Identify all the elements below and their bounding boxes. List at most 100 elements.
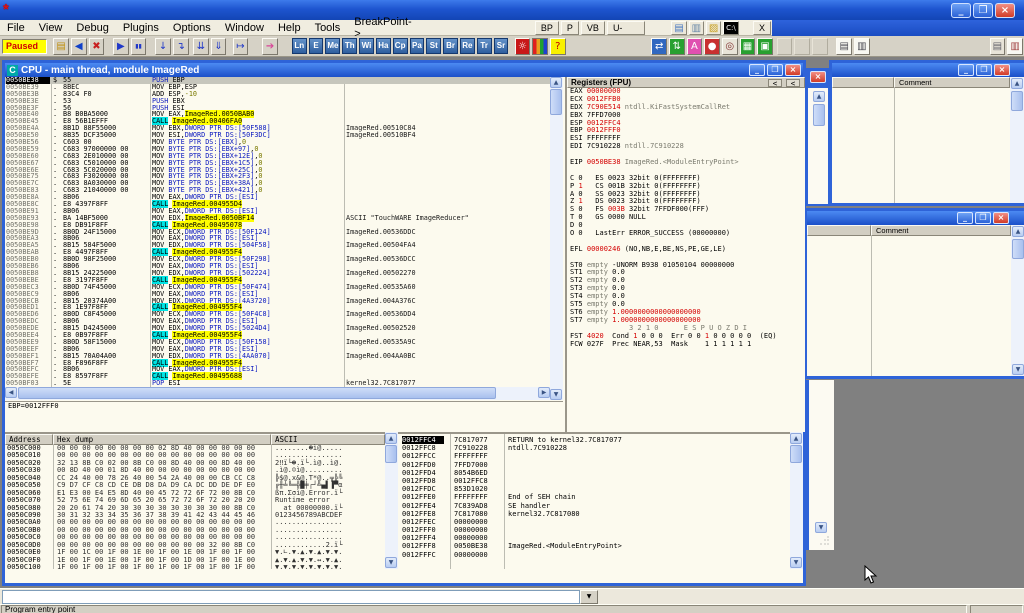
scroll-up-icon[interactable]: ▲ bbox=[813, 91, 825, 102]
minimize-button[interactable]: _ bbox=[958, 64, 974, 76]
disasm-row[interactable]: 0050BE38$55PUSH EBP bbox=[5, 77, 550, 84]
report-page-icon[interactable]: ▤ bbox=[990, 38, 1006, 55]
menu-item-window[interactable]: Window bbox=[218, 21, 271, 35]
pause-icon[interactable]: ▮▮ bbox=[131, 38, 147, 55]
help-icon[interactable]: ? bbox=[550, 38, 566, 55]
restore-button[interactable]: ❐ bbox=[973, 3, 993, 18]
restore-button[interactable]: ❐ bbox=[767, 64, 783, 76]
stack-vscrollbar[interactable]: ▲ ▼ bbox=[790, 432, 803, 569]
disasm-row[interactable]: 0050BED6.8B0D C8F45000MOV ECX,DWORD PTR … bbox=[5, 311, 550, 318]
options-gear-icon[interactable]: ☼ bbox=[515, 38, 531, 55]
toolbar-window-button-st[interactable]: St bbox=[426, 38, 441, 54]
menu-button-u-bpm[interactable]: U-BPM bbox=[607, 21, 645, 35]
register-line[interactable]: EIP 0050BE38 ImageRed.<ModuleEntryPoint> bbox=[567, 159, 805, 167]
dump-row[interactable]: 0050C1001F 00 1F 00 1F 00 1F 00 1F 00 1F… bbox=[5, 564, 385, 569]
command-dropdown-button[interactable]: ▼ bbox=[580, 590, 598, 604]
command-input[interactable] bbox=[2, 590, 580, 604]
close-button[interactable]: × bbox=[993, 212, 1009, 224]
stack-row[interactable]: 0012FFE87C817080kernel32.7C817080 bbox=[398, 510, 790, 518]
register-line[interactable]: FCW 027F Prec NEAR,53 Mask 1 1 1 1 1 1 bbox=[567, 341, 805, 349]
animate-into-icon[interactable]: ⇊ bbox=[193, 38, 209, 55]
menu-item-file[interactable]: File bbox=[0, 21, 32, 35]
scroll-left-icon[interactable]: ◀ bbox=[5, 387, 17, 398]
scrollbar-thumb[interactable] bbox=[790, 445, 802, 463]
vertical-scrollbar[interactable]: ▲ ▼ bbox=[1011, 225, 1024, 376]
scrollbar-thumb[interactable] bbox=[1011, 91, 1023, 111]
hex-dump-pane[interactable]: Address Hex dump ASCII 0050C00000 00 00 … bbox=[5, 432, 385, 569]
step-into-icon[interactable]: ↓ bbox=[155, 38, 171, 55]
disasm-row[interactable]: 0050BEB0.8B0D 98F25000MOV ECX,DWORD PTR … bbox=[5, 256, 550, 263]
stack-row[interactable]: 0012FFF400000000 bbox=[398, 534, 790, 542]
close-button[interactable]: × bbox=[994, 64, 1010, 76]
folder-icon[interactable]: ▨ bbox=[706, 21, 721, 35]
restore-button[interactable]: ❐ bbox=[975, 212, 991, 224]
register-line[interactable]: EDI 7C910228 ntdll.7C910228 bbox=[567, 143, 805, 151]
stack-row[interactable]: 0012FFD48054B6ED bbox=[398, 469, 790, 477]
scrollbar-thumb[interactable] bbox=[18, 387, 496, 399]
disasm-row[interactable]: 0050BEC3.8B0D 74F45000MOV ECX,DWORD PTR … bbox=[5, 284, 550, 291]
stack-row[interactable]: 0012FFDC853D1020 bbox=[398, 485, 790, 493]
disasm-row[interactable]: 0050BEE9.8B0D 58F15000MOV ECX,DWORD PTR … bbox=[5, 339, 550, 346]
scroll-right-icon[interactable]: ▶ bbox=[538, 387, 550, 398]
toolbar-window-button-pa[interactable]: Pa bbox=[410, 38, 425, 54]
disassembly-vscrollbar[interactable]: ▲ ▼ bbox=[550, 77, 563, 400]
stack-row[interactable]: 0012FFCCFFFFFFFF bbox=[398, 452, 790, 460]
log-list-icon[interactable]: ▤ bbox=[836, 38, 852, 55]
record-icon[interactable]: ● bbox=[704, 38, 720, 55]
minimize-button[interactable]: _ bbox=[749, 64, 765, 76]
menu-item-view[interactable]: View bbox=[32, 21, 70, 35]
disasm-row[interactable]: 0050BE9D.8B0D 24F15000MOV ECX,DWORD PTR … bbox=[5, 229, 550, 236]
toolbar-window-button-e[interactable]: E bbox=[309, 38, 324, 54]
appearance-colors-icon[interactable] bbox=[532, 38, 548, 55]
disasm-row[interactable]: 0050BE3B.83C4 F0ADD ESP,-10 bbox=[5, 91, 550, 98]
restart-icon[interactable]: ✖ bbox=[89, 38, 105, 55]
stack-row[interactable]: 0012FFF80050BE38ImageRed.<ModuleEntryPoi… bbox=[398, 542, 790, 550]
toolbar-blank-button[interactable] bbox=[812, 38, 828, 55]
info-icon[interactable]: ▥ bbox=[689, 21, 704, 35]
scrollbar-thumb[interactable] bbox=[813, 104, 825, 126]
stack-row[interactable]: 0012FFD80012FFC8 bbox=[398, 477, 790, 485]
stack-row[interactable]: 0012FFD07FFD7000 bbox=[398, 461, 790, 469]
column-header-comment[interactable]: Comment bbox=[871, 225, 1011, 236]
toolbar-window-button-th[interactable]: Th bbox=[342, 38, 357, 54]
minimize-button[interactable]: _ bbox=[957, 212, 973, 224]
scroll-down-icon[interactable]: ▼ bbox=[815, 522, 827, 533]
menu-item-debug[interactable]: Debug bbox=[69, 21, 115, 35]
scrollbar-thumb[interactable] bbox=[385, 445, 397, 463]
highlight-icon[interactable]: A bbox=[687, 38, 703, 55]
go-back-icon[interactable]: ◀ bbox=[71, 38, 87, 55]
run-icon[interactable]: ▶ bbox=[113, 38, 129, 55]
animate-over-icon[interactable]: ⇓ bbox=[211, 38, 227, 55]
go-to-address-icon[interactable]: ➔ bbox=[262, 38, 278, 55]
open-file-icon[interactable]: ▤ bbox=[53, 38, 69, 55]
toolbar-window-button-re[interactable]: Re bbox=[460, 38, 475, 54]
grid-icon[interactable]: ▦ bbox=[740, 38, 756, 55]
stack-row[interactable]: 0012FFEC00000000 bbox=[398, 518, 790, 526]
column-header-blank[interactable] bbox=[832, 77, 894, 88]
comment-window-1-titlebar[interactable]: _ ❐ × bbox=[832, 63, 1024, 77]
disasm-row[interactable]: 0050BEFE.E8 8597F8FFCALL ImageRed.004956… bbox=[5, 373, 550, 380]
register-line[interactable]: O 0 LastErr ERROR_SUCCESS (00000000) bbox=[567, 230, 805, 238]
scroll-up-icon[interactable]: ▲ bbox=[385, 433, 397, 444]
hidden-window-close-button[interactable]: × bbox=[810, 71, 826, 83]
register-line[interactable]: EFL 00000246 (NO,NB,E,BE,NS,PE,GE,LE) bbox=[567, 246, 805, 254]
scroll-up-icon[interactable]: ▲ bbox=[1011, 78, 1023, 89]
menu-item-help[interactable]: Help bbox=[271, 21, 308, 35]
step-over-icon[interactable]: ↴ bbox=[173, 38, 189, 55]
stack-pane[interactable]: 0012FFC47C817077RETURN to kernel32.7C817… bbox=[398, 432, 790, 569]
disasm-row[interactable]: 0050BE8C.E8 4397F8FFCALL ImageRed.004955… bbox=[5, 201, 550, 208]
toolbar-blank-button[interactable] bbox=[794, 38, 810, 55]
window-icon[interactable]: ▣ bbox=[757, 38, 773, 55]
registers-next-button[interactable]: < bbox=[786, 79, 800, 87]
minimize-button[interactable]: _ bbox=[951, 3, 971, 18]
menu-item-tools[interactable]: Tools bbox=[308, 21, 348, 35]
close-button[interactable]: × bbox=[785, 64, 801, 76]
disasm-row[interactable]: 0050BEF7.E8 F896F8FFCALL ImageRed.004955… bbox=[5, 360, 550, 367]
cpu-window[interactable]: C CPU - main thread, module ImageRed _ ❐… bbox=[2, 60, 806, 586]
stack-row[interactable]: 0012FFF000000000 bbox=[398, 526, 790, 534]
scroll-up-icon[interactable]: ▲ bbox=[790, 433, 802, 444]
notes-icon[interactable]: ▤ bbox=[671, 21, 686, 35]
registers-pane[interactable]: Registers (FPU) < < EAX 00000000ECX 0012… bbox=[565, 77, 805, 432]
stack-row[interactable]: 0012FFC47C817077RETURN to kernel32.7C817… bbox=[398, 436, 790, 444]
comment-window-2-titlebar[interactable]: _ ❐ × bbox=[807, 211, 1024, 225]
